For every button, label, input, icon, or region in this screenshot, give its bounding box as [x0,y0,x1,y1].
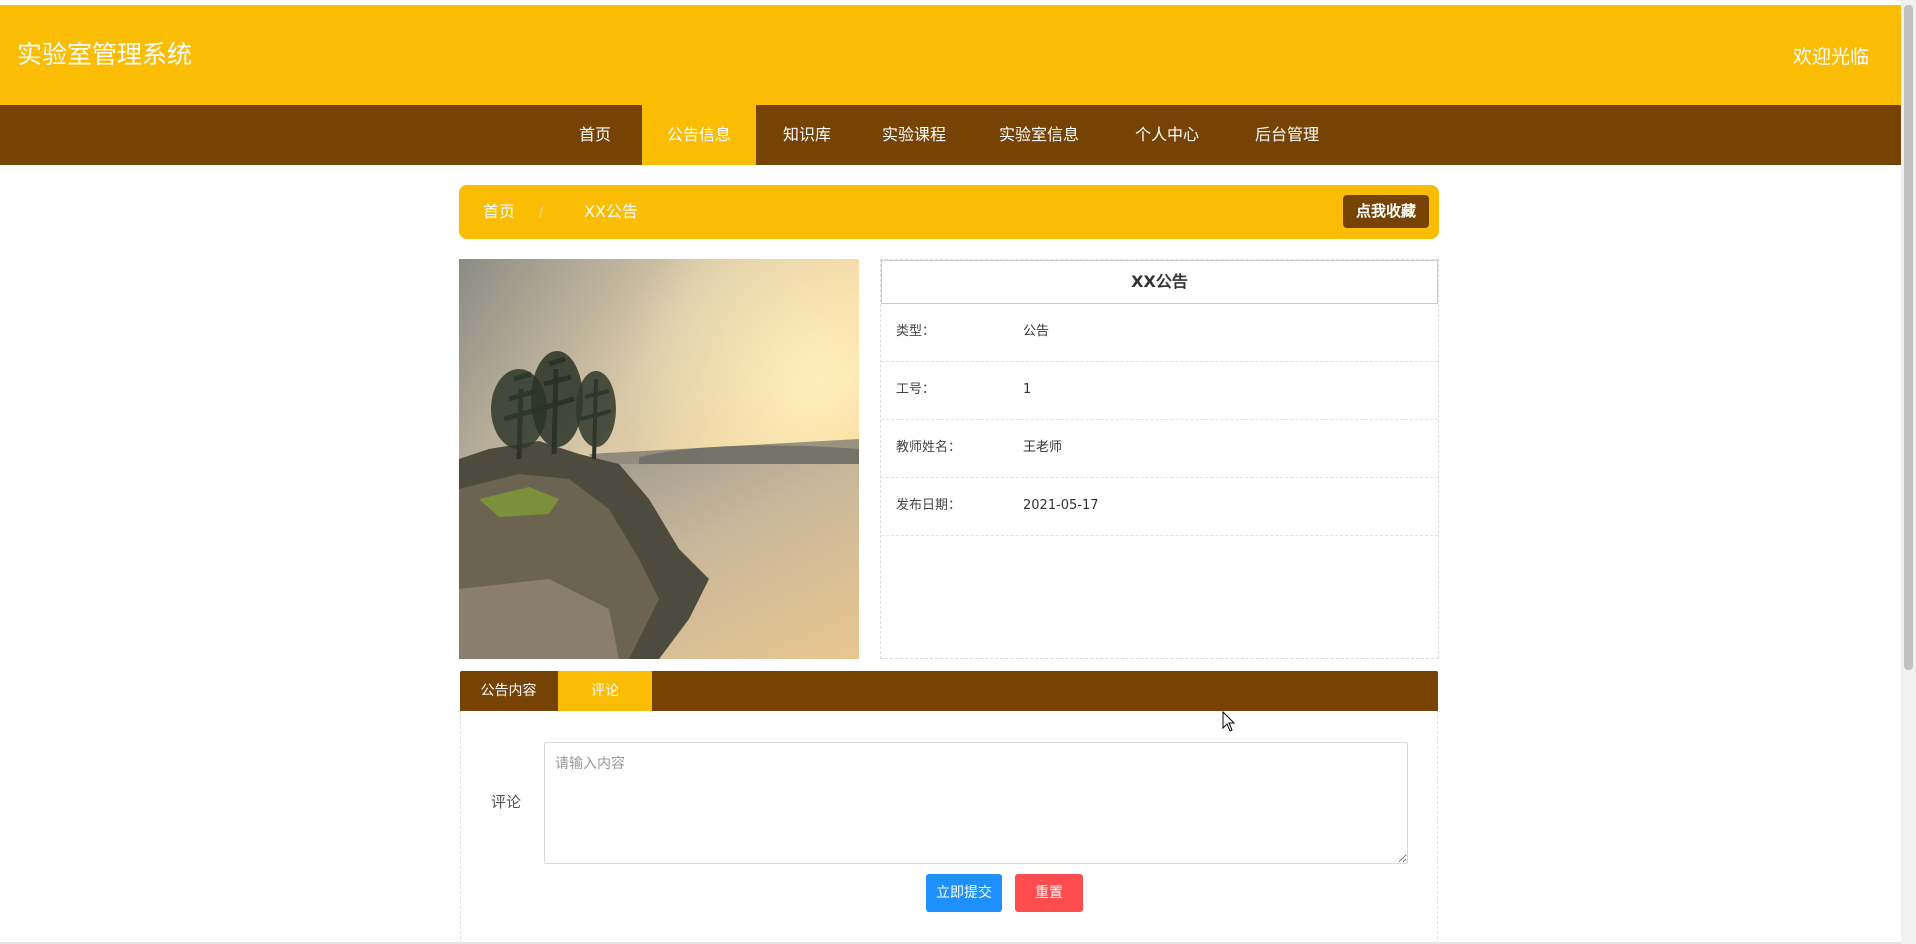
detail-value: 2021-05-17 [1023,498,1099,513]
comment-form: 评论 立即提交 重置 [460,711,1438,944]
tab-announcement-content[interactable]: 公告内容 [460,671,557,711]
detail-row-id: 工号： 1 [881,362,1438,420]
detail-label: 工号： [896,382,936,397]
detail-label: 类型： [896,324,936,339]
detail-value: 公告 [1023,324,1050,339]
breadcrumb-separator: / [539,204,544,220]
announcement-image [459,259,859,659]
comment-input[interactable] [544,742,1408,864]
comment-label: 评论 [491,793,522,811]
nav-item-personal-center[interactable]: 个人中心 [1120,105,1214,165]
welcome-text: 欢迎光临 [1792,46,1869,68]
submit-button[interactable]: 立即提交 [926,874,1002,912]
breadcrumb-home[interactable]: 首页 [483,202,515,222]
nav-item-knowledge-base[interactable]: 知识库 [770,105,844,165]
nav-item-lab-courses[interactable]: 实验课程 [869,105,959,165]
nav-item-home[interactable]: 首页 [561,105,629,165]
scrollbar-thumb[interactable] [1904,5,1913,670]
detail-row-date: 发布日期： 2021-05-17 [881,478,1438,536]
reset-button[interactable]: 重置 [1015,874,1083,912]
detail-label: 教师姓名： [896,440,962,455]
detail-title: XX公告 [881,260,1438,304]
top-header: 实验室管理系统 欢迎光临 [0,5,1901,105]
announcement-detail: XX公告 类型： 公告 工号： 1 教师姓名： 王老师 发布日期： 2021-0… [880,259,1439,659]
detail-value: 1 [1023,382,1032,397]
nav-item-announcements[interactable]: 公告信息 [642,105,756,165]
landscape-photo [459,259,859,659]
nav-item-lab-info[interactable]: 实验室信息 [987,105,1091,165]
nav-item-admin[interactable]: 后台管理 [1240,105,1334,165]
detail-row-teacher: 教师姓名： 王老师 [881,420,1438,478]
tab-comments[interactable]: 评论 [558,671,652,711]
favorite-button[interactable]: 点我收藏 [1343,195,1429,228]
content-tabs: 公告内容 评论 [460,671,1438,711]
detail-row-type: 类型： 公告 [881,304,1438,362]
main-nav: 首页 公告信息 知识库 实验课程 实验室信息 个人中心 后台管理 [0,105,1901,165]
page-scrollbar[interactable] [1901,0,1916,944]
mouse-pointer-icon [1222,711,1236,732]
detail-value: 王老师 [1023,440,1063,455]
breadcrumb-current: XX公告 [584,202,638,221]
breadcrumb: 首页 / XX公告 点我收藏 [459,185,1439,239]
site-title: 实验室管理系统 [17,40,193,69]
detail-label: 发布日期： [896,498,962,513]
